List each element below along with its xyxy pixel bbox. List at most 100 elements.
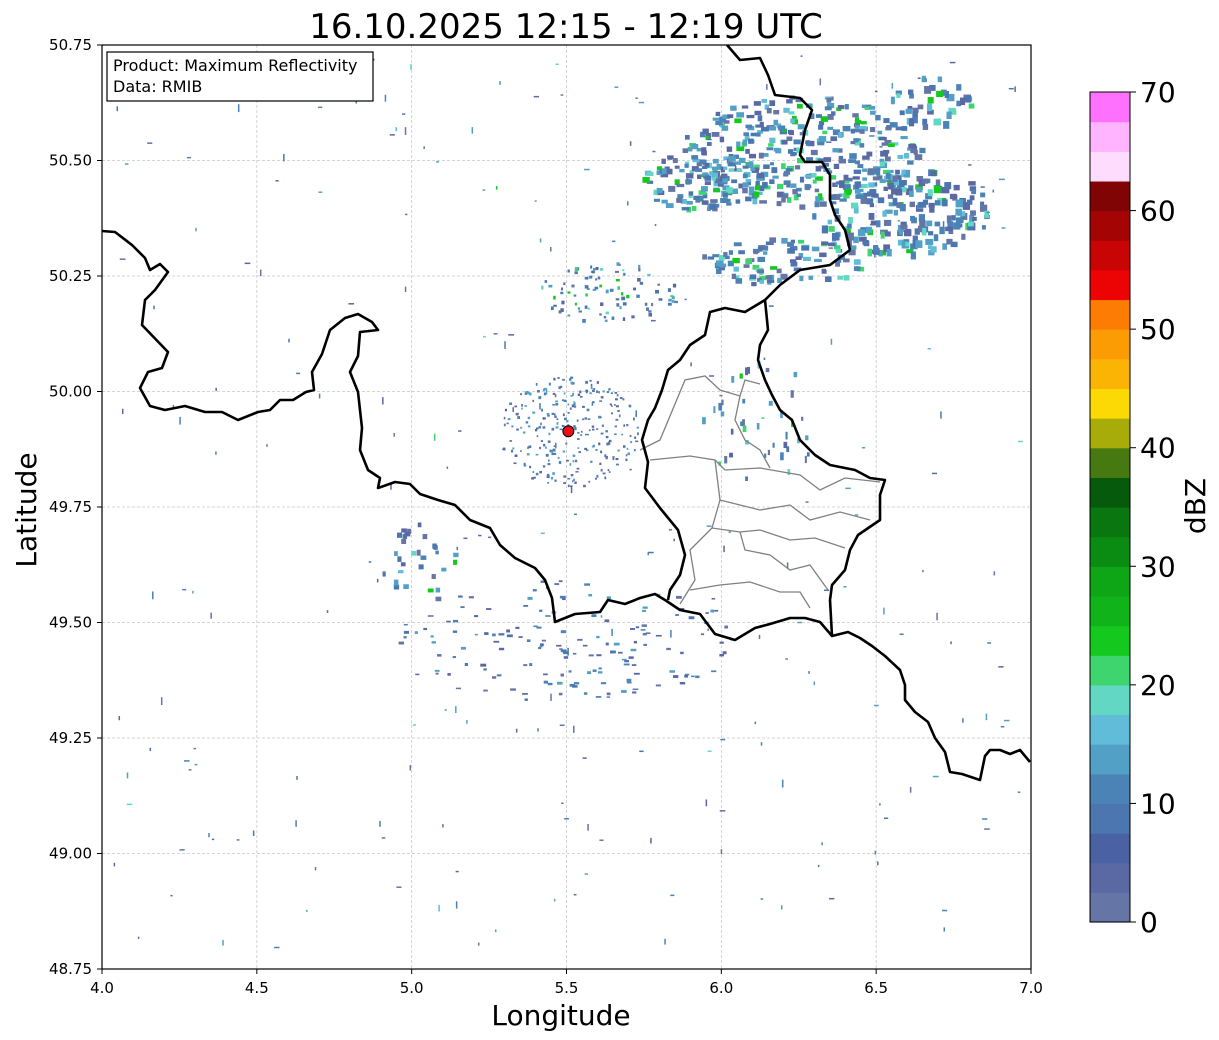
echo-pixel xyxy=(512,407,514,412)
echo-pixel xyxy=(956,84,962,91)
echo-pixel xyxy=(580,434,583,436)
echo-pixel xyxy=(496,674,502,677)
echo-pixel xyxy=(865,226,872,234)
echo-pixel xyxy=(541,408,544,412)
echo-pixel xyxy=(908,89,914,95)
echo-pixel xyxy=(492,633,496,637)
echo-pixel xyxy=(1003,719,1010,722)
echo-pixel xyxy=(546,473,550,477)
echo-pixel xyxy=(597,276,601,280)
echo-pixel xyxy=(910,215,915,222)
echo-pixel xyxy=(533,95,540,98)
echo-pixel xyxy=(562,450,566,453)
echo-pixel xyxy=(506,422,509,425)
echo-pixel xyxy=(763,153,769,157)
echo-pixel xyxy=(714,609,719,612)
echo-pixel xyxy=(853,236,859,244)
echo-pixel xyxy=(585,389,589,392)
echo-pixel xyxy=(722,178,728,183)
echo-pixel xyxy=(751,281,757,287)
echo-pixel xyxy=(645,632,651,634)
echo-pixel xyxy=(959,97,966,106)
echo-pixel xyxy=(719,654,725,657)
echo-pixel xyxy=(152,591,154,600)
echo-pixel xyxy=(506,629,511,633)
echo-pixel xyxy=(556,418,559,421)
echo-pixel xyxy=(403,584,409,590)
echo-pixel xyxy=(932,775,939,778)
echo-pixel xyxy=(580,430,583,433)
echo-pixel xyxy=(616,463,619,466)
echo-pixel xyxy=(940,411,942,419)
echo-pixel xyxy=(565,442,568,445)
echo-pixel xyxy=(676,183,685,188)
colorbar-tick-label: 70 xyxy=(1140,76,1176,109)
echo-pixel xyxy=(870,127,876,133)
echo-pixel xyxy=(776,201,782,207)
echo-pixel xyxy=(797,621,802,624)
echo-pixel xyxy=(812,213,817,220)
echo-pixel xyxy=(560,630,566,634)
echo-pixel xyxy=(884,231,891,237)
echo-pixel xyxy=(735,278,743,284)
echo-pixel xyxy=(625,458,628,462)
echo-pixel xyxy=(790,183,797,188)
echo-pixel xyxy=(519,450,522,452)
echo-pixel xyxy=(611,412,613,415)
echo-pixel xyxy=(786,99,793,104)
echo-pixel xyxy=(741,105,749,109)
echo-pixel xyxy=(901,180,907,186)
echo-pixel xyxy=(655,684,661,687)
echo-pixel xyxy=(126,772,129,779)
echo-pixel xyxy=(577,307,581,310)
echo-pixel xyxy=(754,185,761,191)
echo-pixel xyxy=(590,383,593,387)
echo-pixel xyxy=(569,463,572,466)
echo-pixel xyxy=(896,93,901,98)
echo-pixel xyxy=(818,124,824,130)
echo-pixel xyxy=(547,440,551,443)
echo-pixel xyxy=(516,428,519,431)
echo-pixel xyxy=(831,232,840,241)
echo-pixel xyxy=(492,676,497,679)
echo-pixel xyxy=(736,146,745,152)
echo-pixel xyxy=(400,562,406,567)
echo-pixel xyxy=(541,639,546,642)
echo-pixel xyxy=(928,202,935,208)
echo-pixel xyxy=(785,431,788,440)
echo-pixel xyxy=(539,446,542,450)
echo-pixel xyxy=(554,479,557,482)
echo-pixel xyxy=(790,118,795,124)
echo-pixel xyxy=(542,426,546,429)
echo-pixel xyxy=(427,615,434,617)
echo-pixel xyxy=(876,220,881,228)
echo-pixel xyxy=(904,153,910,159)
colorbar-tick-label: 0 xyxy=(1140,906,1158,939)
echo-pixel xyxy=(837,275,844,280)
echo-pixel xyxy=(939,226,945,235)
echo-pixel xyxy=(848,216,853,224)
echo-pixel xyxy=(606,596,611,599)
echo-pixel xyxy=(632,688,639,691)
echo-pixel xyxy=(574,427,577,431)
echo-pixel xyxy=(597,671,603,674)
echo-pixel xyxy=(893,209,899,216)
echo-pixel xyxy=(494,929,497,933)
echo-pixel xyxy=(883,118,890,124)
echo-pixel xyxy=(883,219,892,226)
echo-pixel xyxy=(889,122,898,128)
echo-pixel xyxy=(555,402,559,406)
echo-pixel xyxy=(903,229,912,237)
y-tick-label: 49.25 xyxy=(49,729,92,747)
echo-pixel xyxy=(867,168,874,175)
echo-pixel xyxy=(746,114,755,119)
echo-pixel xyxy=(576,467,580,470)
echo-pixel xyxy=(723,192,728,198)
echo-pixel xyxy=(701,200,709,205)
echo-pixel xyxy=(998,666,1004,668)
echo-pixel xyxy=(667,288,671,292)
echo-pixel xyxy=(674,165,680,169)
echo-pixel xyxy=(617,449,620,452)
echo-pixel xyxy=(739,373,743,379)
echo-pixel xyxy=(742,173,748,179)
